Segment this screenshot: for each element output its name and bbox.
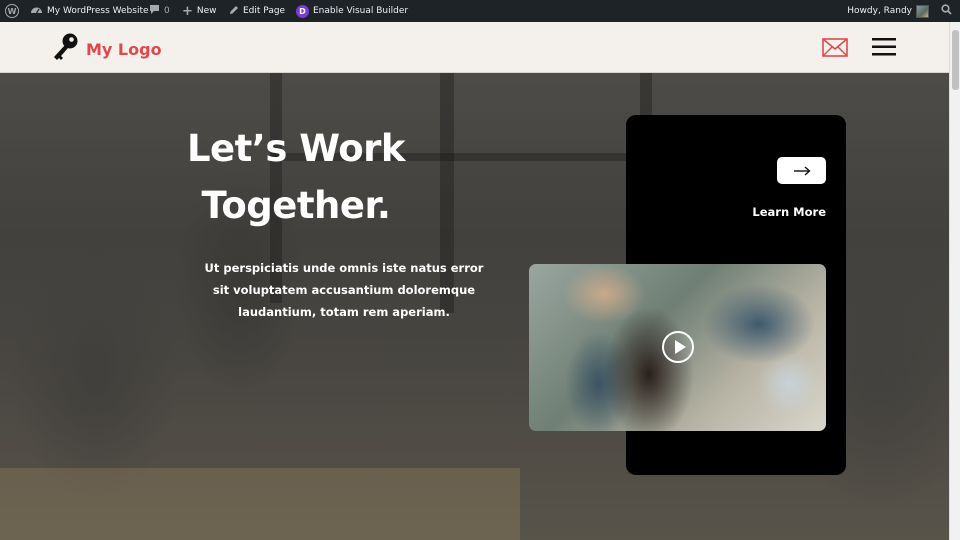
comment-icon <box>149 4 160 18</box>
divi-icon: D <box>296 4 309 18</box>
hero-title-line-2: Together. <box>201 184 391 227</box>
play-icon[interactable] <box>662 331 694 363</box>
hero-body-text: Ut perspiciatis unde omnis iste natus er… <box>204 261 484 319</box>
site-name-label: My WordPress Website <box>47 6 149 16</box>
search-icon[interactable] <box>941 4 952 18</box>
wp-admin-bar: W My WordPress Website 0 + New Edit Page… <box>0 0 960 22</box>
admin-bar-site-link[interactable]: My WordPress Website <box>30 0 149 22</box>
plus-icon: + <box>182 3 193 19</box>
hero-title: Let’s Work Together. <box>140 120 452 234</box>
avatar <box>916 4 929 18</box>
new-label: New <box>196 6 217 16</box>
logo-text: My Logo <box>86 40 162 59</box>
scrollbar[interactable] <box>949 22 960 540</box>
learn-more-link[interactable]: Learn More <box>752 205 826 219</box>
desk-background <box>0 468 520 540</box>
visual-builder-label: Enable Visual Builder <box>313 6 409 16</box>
video-thumbnail[interactable] <box>529 264 826 431</box>
arrow-button[interactable] <box>777 157 826 184</box>
wordpress-logo-icon[interactable]: W <box>5 0 19 22</box>
mail-icon[interactable] <box>822 38 848 62</box>
hero-title-line-1: Let’s Work <box>186 127 406 170</box>
site-logo[interactable]: My Logo <box>50 31 162 68</box>
key-icon <box>50 31 80 68</box>
scrollbar-thumb[interactable] <box>952 30 959 90</box>
admin-bar-account[interactable]: Howdy, Randy <box>847 0 952 22</box>
pencil-icon <box>229 5 239 18</box>
dashboard-icon <box>30 4 43 18</box>
hamburger-menu-icon[interactable] <box>872 38 896 61</box>
edit-page-label: Edit Page <box>243 6 286 16</box>
admin-bar-comments[interactable]: 0 <box>149 0 170 22</box>
greeting-label: Howdy, Randy <box>847 6 912 16</box>
admin-bar-new[interactable]: + New <box>182 0 217 22</box>
site-header: My Logo <box>0 22 949 73</box>
comments-count: 0 <box>164 6 170 16</box>
arrow-right-icon <box>793 165 811 176</box>
admin-bar-visual-builder[interactable]: D Enable Visual Builder <box>296 0 408 22</box>
admin-bar-edit-page[interactable]: Edit Page <box>229 0 285 22</box>
